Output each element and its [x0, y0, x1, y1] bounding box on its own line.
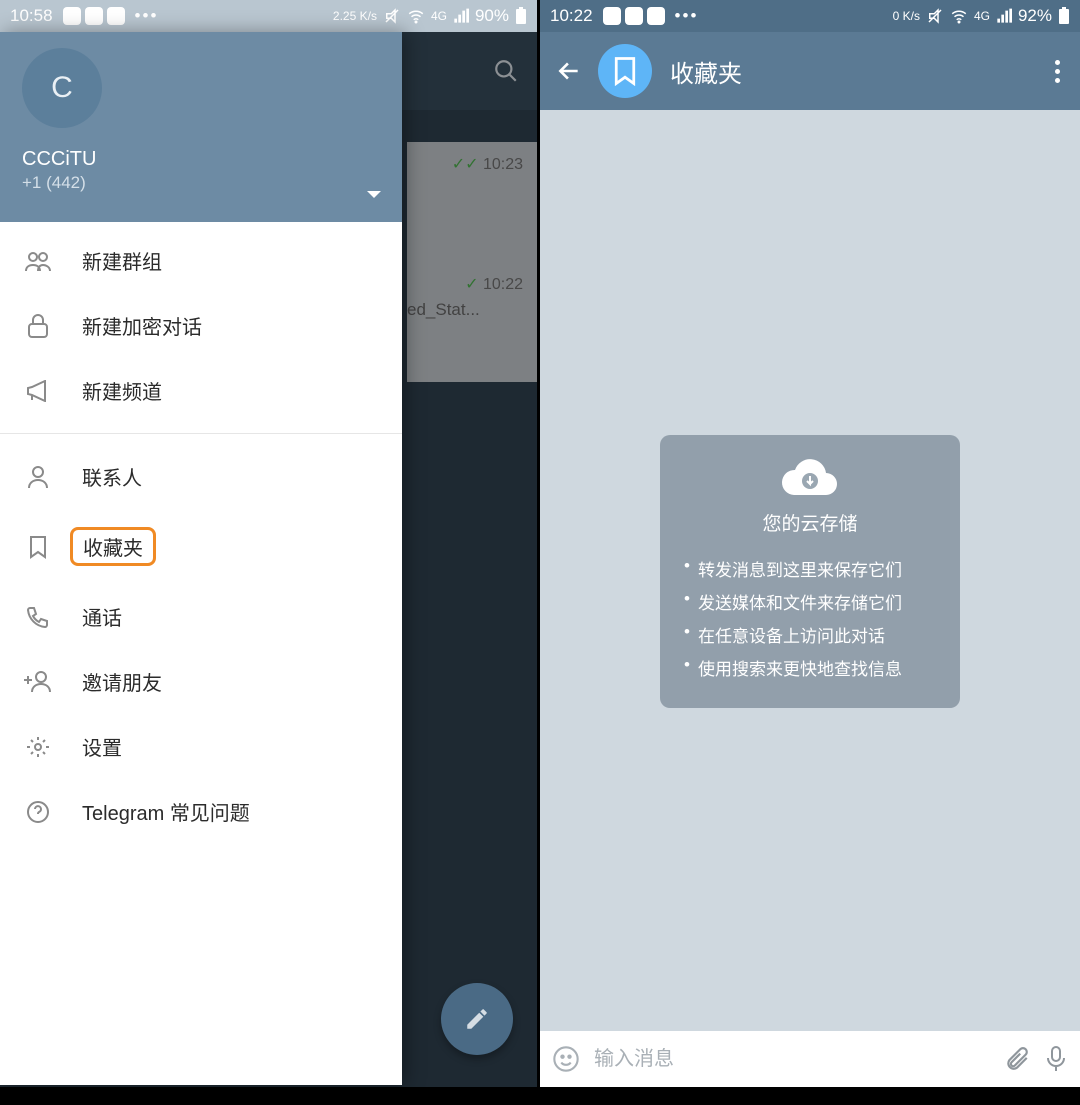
- saved-avatar[interactable]: [598, 44, 652, 98]
- cloud-info-card: 您的云存储 转发消息到这里来保存它们 发送媒体和文件来存储它们 在任意设备上访问…: [660, 435, 960, 708]
- drawer-header[interactable]: C CCCiTU +1 (442): [0, 32, 402, 222]
- status-time: 10:22: [550, 6, 593, 26]
- app-bar: 收藏夹: [540, 32, 1080, 110]
- mic-icon[interactable]: [1044, 1045, 1068, 1073]
- avatar[interactable]: C: [22, 48, 102, 128]
- drawer-item-settings[interactable]: 设置: [0, 714, 402, 779]
- back-icon[interactable]: [550, 50, 588, 92]
- drawer-item-label: 邀请朋友: [82, 667, 162, 696]
- drawer-item-new-group[interactable]: 新建群组: [0, 228, 402, 293]
- status-app-icons: [603, 7, 665, 25]
- drawer-item-label: 收藏夹: [70, 527, 156, 566]
- drawer-item-faq[interactable]: Telegram 常见问题: [0, 779, 402, 844]
- drawer-item-saved[interactable]: 收藏夹: [0, 509, 402, 584]
- signal-icon: [453, 8, 469, 24]
- status-network: 4G: [974, 9, 990, 23]
- status-bar: 10:22 ••• 0 K/s 4G 92%: [540, 0, 1080, 32]
- android-navbar: [0, 1087, 537, 1105]
- drawer-item-label: Telegram 常见问题: [82, 797, 250, 826]
- cloud-bullet: 发送媒体和文件来存储它们: [684, 585, 936, 618]
- android-navbar: [540, 1087, 1080, 1105]
- help-icon: [24, 800, 52, 824]
- status-overflow-icon: •••: [675, 6, 699, 26]
- account-name: CCCiTU: [22, 148, 384, 171]
- status-time: 10:58: [10, 6, 53, 26]
- wifi-icon: [950, 7, 968, 25]
- chevron-down-icon[interactable]: [366, 190, 382, 200]
- group-icon: [24, 250, 52, 272]
- wifi-icon: [407, 7, 425, 25]
- navigation-drawer: C CCCiTU +1 (442) 新建群组 新建加密对话: [0, 32, 402, 1085]
- mute-icon: [926, 7, 944, 25]
- cloud-download-icon: [684, 455, 936, 499]
- left-phone: 10:58 ••• 2.25 K/s 4G 90%: [0, 0, 537, 1105]
- compose-fab[interactable]: [441, 983, 513, 1055]
- cloud-title: 您的云存储: [684, 509, 936, 536]
- status-battery: 90%: [475, 6, 509, 26]
- drawer-item-new-channel[interactable]: 新建频道: [0, 358, 402, 423]
- drawer-list: 新建群组 新建加密对话 新建频道 联系人: [0, 222, 402, 1085]
- lock-icon: [24, 313, 52, 339]
- drawer-item-secret-chat[interactable]: 新建加密对话: [0, 293, 402, 358]
- status-battery: 92%: [1018, 6, 1052, 26]
- status-bar: 10:58 ••• 2.25 K/s 4G 90%: [0, 0, 537, 32]
- drawer-item-label: 新建加密对话: [82, 311, 202, 340]
- attach-icon[interactable]: [1004, 1046, 1030, 1072]
- status-speed: 0 K/s: [893, 10, 920, 22]
- status-speed: 2.25 K/s: [333, 10, 377, 22]
- message-input[interactable]: [594, 1048, 990, 1071]
- gear-icon: [24, 735, 52, 759]
- battery-icon: [1058, 7, 1070, 25]
- drawer-item-label: 通话: [82, 602, 122, 631]
- right-phone: 10:22 ••• 0 K/s 4G 92%: [540, 0, 1080, 1105]
- invite-icon: [24, 670, 52, 694]
- megaphone-icon: [24, 380, 52, 402]
- account-phone: +1 (442): [22, 173, 384, 193]
- bookmark-icon: [24, 535, 52, 559]
- status-network: 4G: [431, 9, 447, 23]
- battery-icon: [515, 7, 527, 25]
- person-icon: [24, 465, 52, 489]
- mute-icon: [383, 7, 401, 25]
- cloud-bullet: 在任意设备上访问此对话: [684, 618, 936, 651]
- message-composer: [540, 1031, 1080, 1087]
- phone-icon: [24, 605, 52, 629]
- signal-icon: [996, 8, 1012, 24]
- drawer-item-label: 新建群组: [82, 246, 162, 275]
- drawer-item-contacts[interactable]: 联系人: [0, 444, 402, 509]
- status-app-icons: [63, 7, 125, 25]
- cloud-bullet: 使用搜索来更快地查找信息: [684, 651, 936, 684]
- drawer-item-calls[interactable]: 通话: [0, 584, 402, 649]
- more-menu-icon[interactable]: [1045, 52, 1070, 91]
- cloud-bullet: 转发消息到这里来保存它们: [684, 552, 936, 585]
- drawer-item-label: 联系人: [82, 462, 142, 491]
- chat-area: 您的云存储 转发消息到这里来保存它们 发送媒体和文件来存储它们 在任意设备上访问…: [540, 110, 1080, 1033]
- status-overflow-icon: •••: [135, 6, 159, 26]
- emoji-icon[interactable]: [552, 1045, 580, 1073]
- drawer-item-invite[interactable]: 邀请朋友: [0, 649, 402, 714]
- drawer-item-label: 设置: [82, 732, 122, 761]
- drawer-item-label: 新建频道: [82, 376, 162, 405]
- appbar-title: 收藏夹: [670, 54, 1035, 89]
